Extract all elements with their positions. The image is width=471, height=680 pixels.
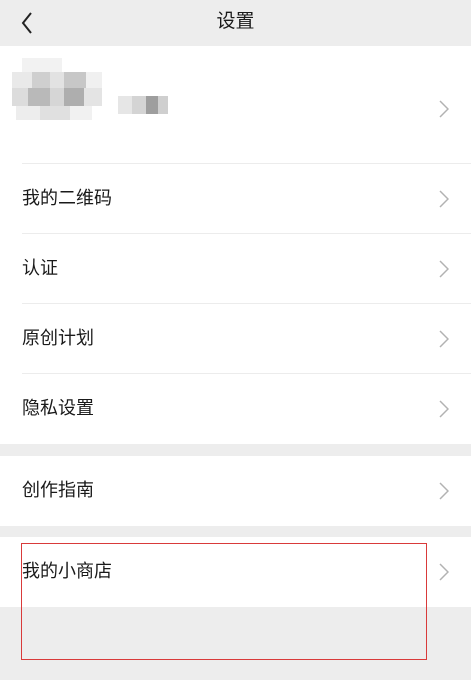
- page-title: 设置: [216, 10, 255, 32]
- guide-card: 创作指南: [0, 456, 471, 526]
- menu-item-my-shop[interactable]: 我的小商店: [0, 537, 471, 607]
- chevron-right-icon: [439, 260, 449, 278]
- menu-item-creation-guide[interactable]: 创作指南: [0, 456, 471, 526]
- profile-row[interactable]: [0, 46, 471, 164]
- profile-card: 我的二维码 认证 原创计划 隐私设置: [0, 46, 471, 444]
- menu-item-label: 隐私设置: [22, 398, 94, 419]
- nav-bar: 设置: [0, 0, 471, 46]
- shop-card: 我的小商店: [0, 537, 471, 607]
- nickname-blurred: [118, 96, 168, 114]
- menu-item-label: 创作指南: [22, 480, 94, 501]
- menu-item-label: 原创计划: [22, 328, 94, 349]
- chevron-right-icon: [439, 100, 449, 118]
- menu-item-label: 我的小商店: [22, 561, 112, 582]
- chevron-right-icon: [439, 190, 449, 208]
- chevron-right-icon: [439, 482, 449, 500]
- menu-item-qr-code[interactable]: 我的二维码: [0, 164, 471, 234]
- menu-item-privacy-settings[interactable]: 隐私设置: [0, 374, 471, 444]
- avatar: [12, 58, 102, 124]
- menu-item-label: 我的二维码: [22, 188, 112, 209]
- menu-item-verification[interactable]: 认证: [0, 234, 471, 304]
- chevron-right-icon: [439, 563, 449, 581]
- chevron-right-icon: [439, 330, 449, 348]
- chevron-right-icon: [439, 400, 449, 418]
- menu-item-original-plan[interactable]: 原创计划: [0, 304, 471, 374]
- menu-item-label: 认证: [22, 258, 58, 279]
